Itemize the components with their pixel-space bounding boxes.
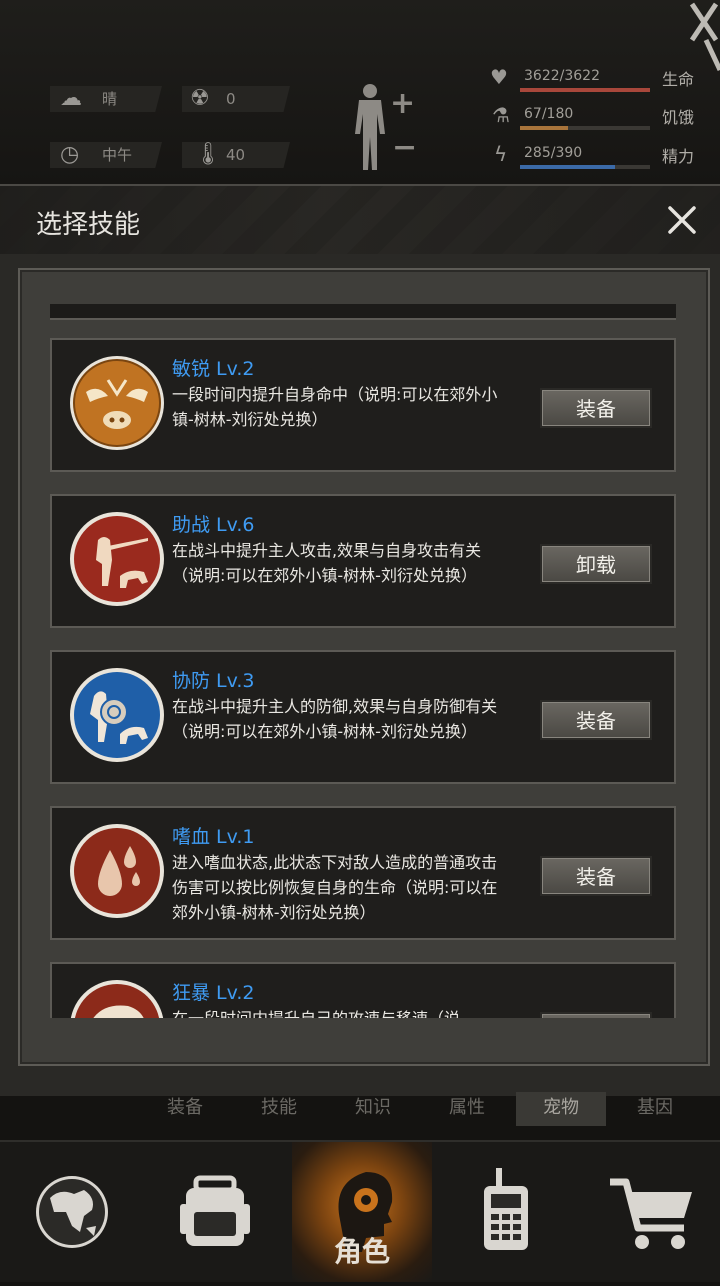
nav-radio[interactable] [436, 1142, 576, 1282]
backpack-icon [180, 1175, 250, 1246]
bottom-navigation: 角色 [0, 1140, 720, 1282]
nav-backpack[interactable] [144, 1142, 284, 1282]
skill-description: 在战斗中提升主人攻击,效果与自身攻击有关（说明:可以在郊外小镇-树林-刘衍处兑换… [172, 541, 482, 585]
skill-name: 狂暴 Lv.2 [172, 982, 255, 1004]
nav-character-label: 角色 [333, 1235, 390, 1268]
skill-description: 在战斗中提升主人的防御,效果与自身防御有关（说明:可以在郊外小镇-树林-刘衍处兑… [172, 697, 498, 741]
hunger-value: 67/180 [524, 106, 574, 122]
skill-description: 一段时间内提升自身命中（说明:可以在郊外小镇-树林-刘衍处兑换） [172, 385, 498, 429]
tab-genes[interactable]: 基因 [610, 1092, 700, 1126]
hunter-dog-icon [70, 512, 164, 606]
skill-name: 助战 Lv.6 [172, 514, 255, 536]
skill-card-kuangbao: 狂暴 Lv.2 在一段时间内提升自己的攻速与移速（说 装备 [50, 962, 676, 1018]
skill-description: 在一段时间内提升自己的攻速与移速（说 [172, 1006, 512, 1018]
beast-icon [70, 980, 164, 1018]
energy-bar-fill [520, 165, 616, 169]
tab-attributes[interactable]: 属性 [422, 1092, 512, 1126]
select-skill-dialog: 选择技能 敏锐 Lv.2 一段时间内提升自身命中（说明:可以在郊外小镇-树林-刘… [0, 184, 720, 1096]
character-tabs: 装备 技能 知识 属性 宠物 基因 [130, 1092, 720, 1130]
brain-icon: ϟ [494, 142, 508, 166]
nav-character[interactable]: 角色 [292, 1142, 432, 1282]
shield-dog-icon [70, 668, 164, 762]
vital-health: ♥ 3622/3622 生命 [488, 64, 698, 94]
equip-button[interactable]: 装备 [540, 1012, 652, 1018]
skill-name: 嗜血 Lv.1 [172, 826, 255, 848]
hunger-bar-fill [520, 126, 569, 130]
weather-text: 晴 [102, 90, 118, 108]
cloud-sun-icon: ☁ [60, 86, 82, 111]
tab-equipment[interactable]: 装备 [140, 1092, 230, 1126]
nav-world-map[interactable] [0, 1142, 140, 1282]
dialog-close-button[interactable] [664, 202, 700, 238]
health-bar-fill [520, 88, 650, 92]
skill-description: 进入嗜血状态,此状态下对敌人造成的普通攻击伤害可以按比例恢复自身的生命（说明:可… [172, 853, 498, 922]
stomach-icon: ⚗ [492, 103, 510, 127]
skill-card-shixue: 嗜血 Lv.1 进入嗜血状态,此状态下对敌人造成的普通攻击伤害可以按比例恢复自身… [50, 806, 676, 940]
radiation-text: 0 [226, 90, 236, 108]
hunger-label: 饥饿 [662, 108, 695, 127]
skill-list[interactable]: 敏锐 Lv.2 一段时间内提升自身命中（说明:可以在郊外小镇-树林-刘衍处兑换）… [30, 306, 692, 1018]
tab-pets[interactable]: 宠物 [516, 1092, 606, 1126]
status-header: ☁ 晴 ☢ 0 ◷ 中午 🌡 40 + − ♥ 3622/3622 生命 ⚗ 6… [0, 0, 720, 185]
corner-close-icon[interactable] [686, 0, 720, 80]
skill-card-minrui: 敏锐 Lv.2 一段时间内提升自身命中（说明:可以在郊外小镇-树林-刘衍处兑换）… [50, 338, 676, 472]
temperature-text: 40 [226, 146, 246, 164]
unequip-button[interactable]: 卸载 [540, 544, 652, 584]
equip-button[interactable]: 装备 [540, 700, 652, 740]
heart-icon: ♥ [490, 65, 508, 89]
health-value: 3622/3622 [524, 68, 600, 84]
plus-icon[interactable]: + [390, 86, 415, 121]
radiation-icon: ☢ [190, 86, 210, 111]
skill-name: 敏锐 Lv.2 [172, 358, 255, 380]
tab-skills[interactable]: 技能 [234, 1092, 324, 1126]
nav-shop[interactable] [580, 1142, 720, 1282]
blood-drops-icon [70, 824, 164, 918]
body-figure-icon[interactable] [350, 82, 390, 172]
globe-icon [36, 1176, 108, 1248]
skill-card-zhuzhan: 助战 Lv.6 在战斗中提升主人攻击,效果与自身攻击有关（说明:可以在郊外小镇-… [50, 494, 676, 628]
time-text: 中午 [102, 146, 133, 164]
vital-energy: ϟ 285/390 精力 [488, 141, 698, 171]
dialog-title: 选择技能 [36, 210, 141, 240]
energy-value: 285/390 [524, 145, 583, 161]
energy-label: 精力 [662, 147, 695, 166]
clock-icon: ◷ [60, 142, 80, 167]
equip-button[interactable]: 装备 [540, 388, 652, 428]
thermometer-icon: 🌡 [194, 142, 222, 167]
vital-hunger: ⚗ 67/180 饥饿 [488, 102, 698, 132]
skill-card-xiefang: 协防 Lv.3 在战斗中提升主人的防御,效果与自身防御有关（说明:可以在郊外小镇… [50, 650, 676, 784]
skill-name: 协防 Lv.3 [172, 670, 255, 692]
walkie-talkie-icon [484, 1168, 528, 1250]
shopping-cart-icon [610, 1178, 692, 1249]
tab-knowledge[interactable]: 知识 [328, 1092, 418, 1126]
equip-button[interactable]: 装备 [540, 856, 652, 896]
minus-icon[interactable]: − [392, 130, 417, 165]
mask-icon [70, 356, 164, 450]
